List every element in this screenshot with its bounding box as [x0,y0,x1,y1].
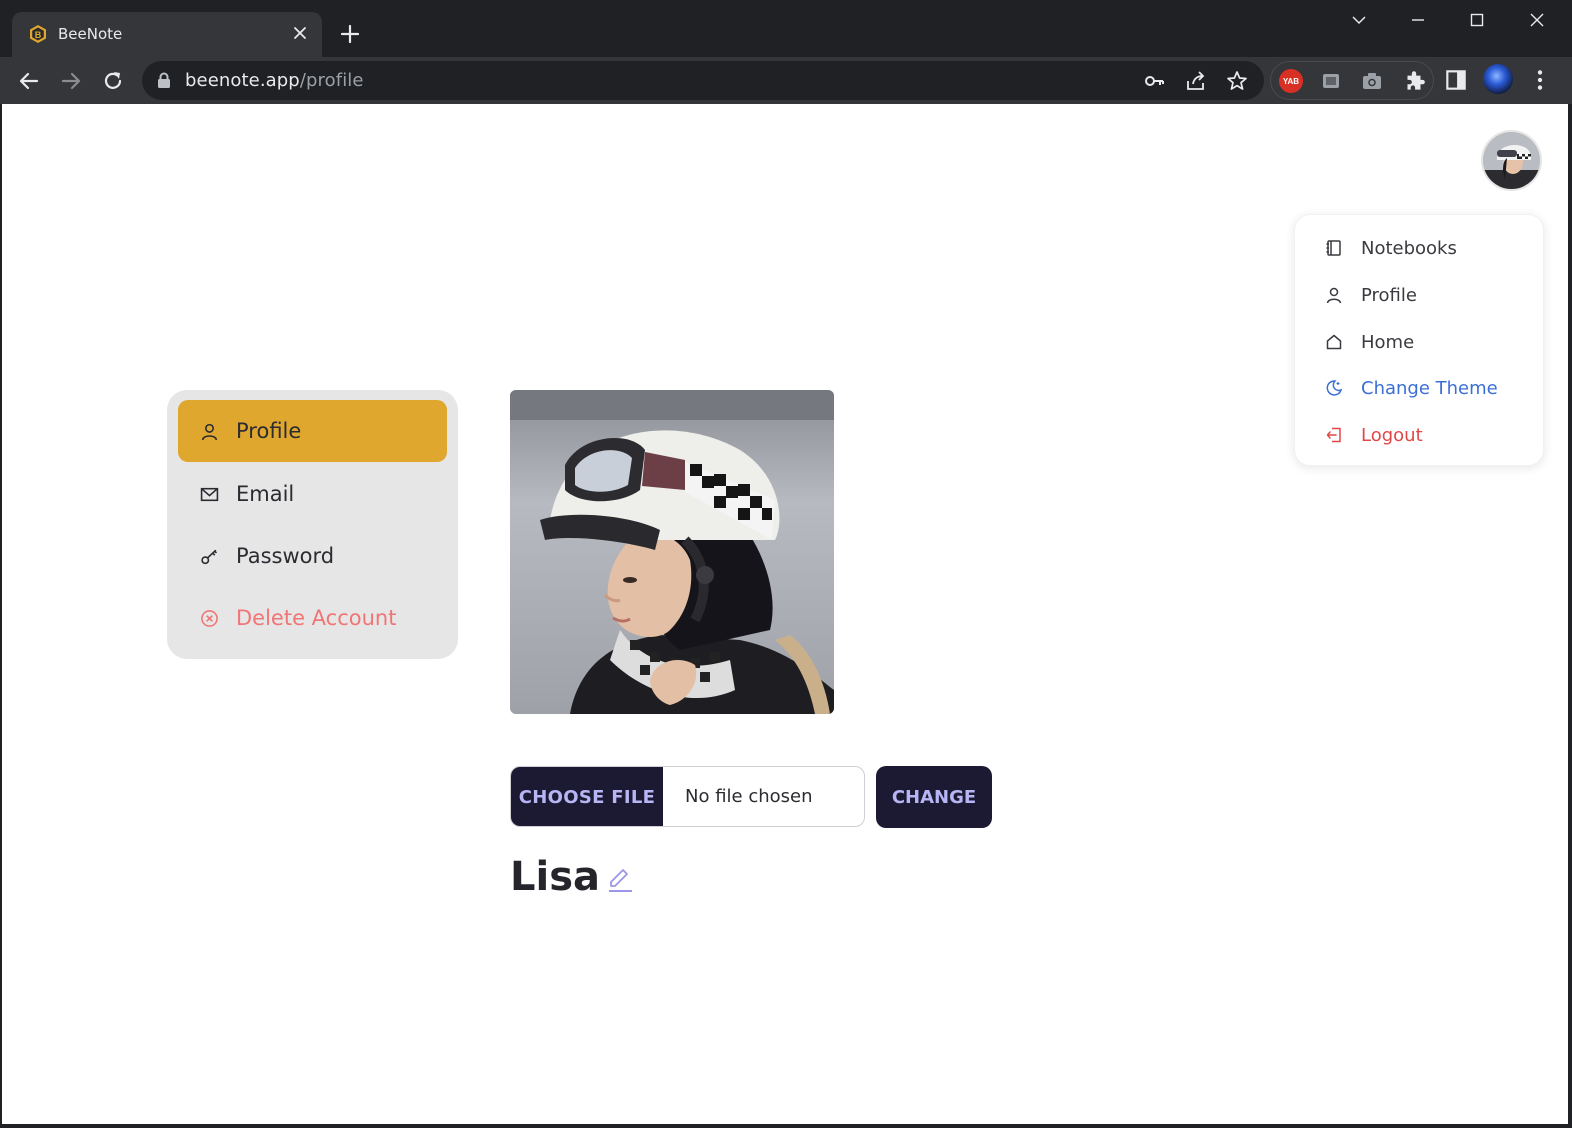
camera-icon[interactable] [1360,69,1384,93]
avatar-image [1483,132,1540,189]
user-avatar-button[interactable] [1481,130,1542,191]
more-menu-icon[interactable] [1527,67,1553,93]
sidebar-item-label: Delete Account [236,606,397,630]
user-icon [201,423,218,440]
settings-sidebar: Profile Email Password Delete Account [167,390,458,659]
beenote-logo-icon: B [30,25,46,43]
browser-toolbar: beenote.app/profile YAB [0,57,1572,104]
address-bar[interactable]: beenote.app/profile [142,61,1264,100]
menu-item-home[interactable]: Home [1325,327,1414,357]
new-tab-icon[interactable] [336,20,364,48]
edit-pencil-icon[interactable] [606,866,634,894]
reload-icon[interactable] [98,66,128,96]
bookmark-star-icon[interactable] [1225,69,1249,93]
mail-icon [200,487,219,501]
sidebar-item-label: Profile [236,419,302,443]
tab-title: BeeNote [58,25,123,43]
yab-extension-icon[interactable]: YAB [1279,69,1303,93]
minimize-icon[interactable] [1404,6,1432,34]
x-circle-icon [201,609,218,627]
file-input[interactable]: CHOOSE FILE No file chosen [510,766,865,827]
user-icon [1326,287,1342,304]
key-icon[interactable] [1142,69,1166,93]
username-heading: Lisa [510,854,600,900]
close-tab-icon[interactable] [288,21,312,45]
change-photo-button[interactable]: CHANGE [876,766,992,828]
svg-text:B: B [35,30,42,40]
close-window-icon[interactable] [1523,6,1551,34]
profile-photo [510,390,834,714]
file-status-text: No file chosen [685,786,813,807]
browser-titlebar: B BeeNote [0,0,1572,57]
browser-tab[interactable]: B BeeNote [12,12,322,57]
share-icon[interactable] [1184,69,1208,93]
maximize-icon[interactable] [1463,6,1491,34]
menu-item-label: Change Theme [1361,377,1498,399]
url-domain: beenote.app [185,70,300,91]
menu-item-profile[interactable]: Profile [1325,280,1417,310]
sidebar-item-label: Email [236,482,295,506]
user-dropdown-menu: Notebooks Profile Home Change Theme Logo… [1294,214,1544,466]
sidebar-item-delete-account[interactable]: Delete Account [178,587,447,649]
profile-avatar-icon[interactable] [1483,64,1513,94]
menu-item-notebooks[interactable]: Notebooks [1325,233,1457,263]
page-viewport: Notebooks Profile Home Change Theme Logo… [2,104,1568,1124]
sidebar-item-password[interactable]: Password [178,525,447,587]
side-panel-icon[interactable] [1443,67,1469,93]
menu-item-logout[interactable]: Logout [1325,420,1423,450]
menu-item-change-theme[interactable]: Change Theme [1325,373,1498,403]
home-icon [1326,334,1342,350]
menu-item-label: Home [1361,331,1415,353]
extensions-puzzle-icon[interactable] [1401,68,1427,94]
menu-item-label: Logout [1361,424,1423,446]
tab-search-icon[interactable] [1345,6,1373,34]
url-path: /profile [299,70,364,91]
notebook-icon [1326,240,1341,256]
menu-item-label: Profile [1361,284,1417,306]
sidebar-item-profile[interactable]: Profile [178,400,447,462]
sidebar-item-label: Password [236,544,335,568]
sidebar-item-email[interactable]: Email [178,463,447,525]
url-text[interactable]: beenote.app/profile [185,70,364,91]
theme-icon [1326,380,1343,396]
key-icon [201,549,218,564]
menu-item-label: Notebooks [1361,237,1457,259]
back-icon[interactable] [14,66,44,96]
logout-icon [1326,427,1341,443]
screen-capture-icon[interactable] [1319,69,1343,93]
forward-icon[interactable] [56,66,86,96]
lock-icon[interactable] [156,72,172,89]
choose-file-button[interactable]: CHOOSE FILE [511,767,663,826]
extensions-group: YAB [1270,61,1434,100]
